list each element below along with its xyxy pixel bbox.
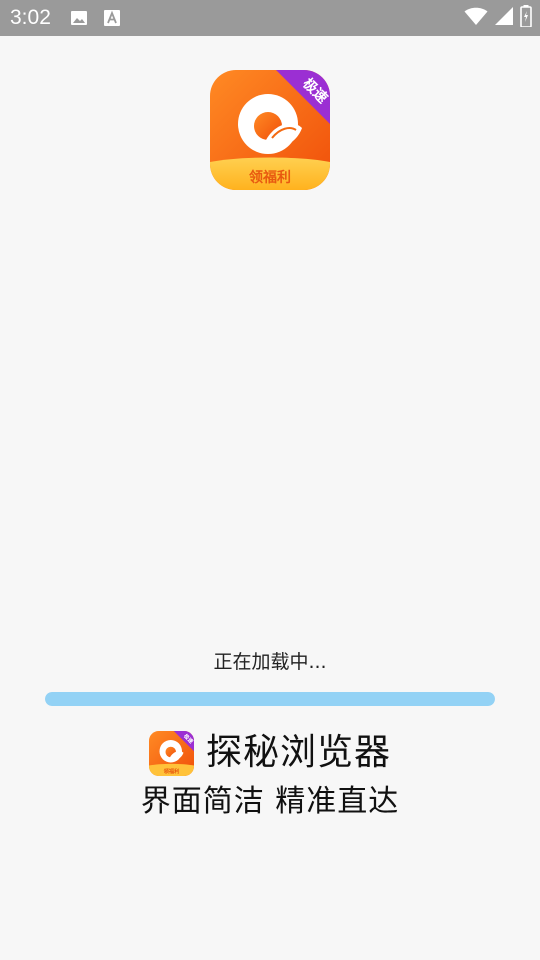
brand-slogan: 界面简洁 精准直达: [140, 784, 400, 819]
status-bar: 3:02: [0, 0, 540, 36]
brand-name: 探秘浏览器: [205, 732, 391, 773]
image-icon: [70, 9, 88, 27]
loading-text: 正在加载中...: [213, 651, 327, 673]
app-logo-icon: 极速 领福利: [210, 70, 331, 190]
brand-row: 极速 领福利 探秘浏览器: [0, 728, 540, 778]
loading-progress-fill: [45, 692, 495, 706]
battery-icon: [520, 5, 532, 31]
loading-progress-bar: [45, 692, 495, 706]
system-icons: [464, 5, 532, 31]
font-download-icon: [103, 9, 121, 27]
app-icon-banner-text: 领福利: [249, 169, 291, 186]
status-time: 3:02: [10, 6, 51, 29]
signal-icon: [494, 6, 514, 30]
brand-logo-icon: 极速 领福利: [148, 730, 196, 776]
wifi-icon: [464, 6, 488, 30]
